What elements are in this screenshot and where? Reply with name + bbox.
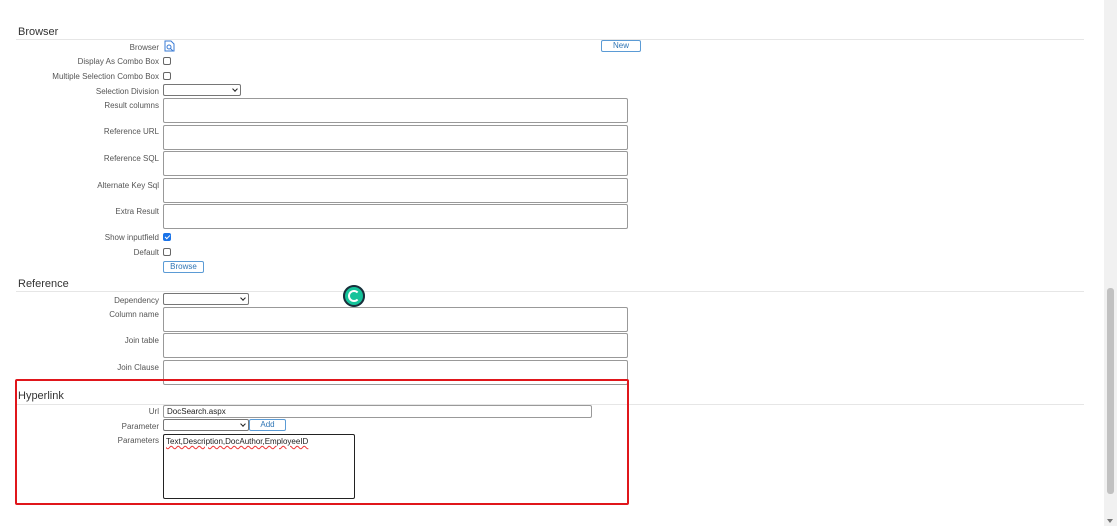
section-divider [16,39,1084,40]
selection-division-label: Selection Division [95,87,159,96]
reference-sql-field[interactable] [163,151,628,176]
column-name-field[interactable] [163,307,628,332]
display-as-combo-checkbox[interactable] [163,57,171,65]
reference-url-field[interactable] [163,125,628,150]
result-columns-field[interactable] [163,98,628,123]
result-columns-label: Result columns [104,101,159,110]
dependency-label: Dependency [114,296,159,305]
browser-lookup-icon[interactable] [164,40,175,52]
reference-url-label: Reference URL [103,127,159,136]
browser-label: Browser [129,43,159,52]
join-clause-label: Join Clause [117,363,159,372]
join-table-label: Join table [124,336,159,345]
selection-division-select[interactable] [163,84,241,96]
form-page: Browser Browser New Display As Combo Box… [0,0,1117,526]
extra-result-label: Extra Result [115,207,159,216]
alternate-key-field[interactable] [163,178,628,203]
reference-sql-label: Reference SQL [103,154,159,163]
extra-result-field[interactable] [163,204,628,229]
column-name-label: Column name [109,310,159,319]
display-as-combo-label: Display As Combo Box [77,57,159,66]
multiple-selection-checkbox[interactable] [163,72,171,80]
default-label: Default [133,248,159,257]
scrollbar-thumb[interactable] [1107,288,1114,494]
dependency-select[interactable] [163,293,249,305]
multiple-selection-label: Multiple Selection Combo Box [52,72,159,81]
scroll-down-arrow-icon[interactable] [1107,519,1113,523]
join-table-field[interactable] [163,333,628,358]
new-button[interactable]: New [601,40,641,52]
default-checkbox[interactable] [163,248,171,256]
show-inputfield-checkbox[interactable] [163,233,171,241]
alternate-key-label: Alternate Key Sql [97,181,159,190]
hyperlink-highlight-box [15,379,629,505]
vertical-scrollbar[interactable] [1104,0,1117,526]
reference-section-title: Reference [18,278,69,290]
browse-button[interactable]: Browse [163,261,204,273]
grammar-assistant-icon[interactable] [343,285,365,307]
browser-section-title: Browser [18,26,59,38]
section-divider [16,291,1084,292]
show-inputfield-label: Show inputfield [104,233,159,242]
